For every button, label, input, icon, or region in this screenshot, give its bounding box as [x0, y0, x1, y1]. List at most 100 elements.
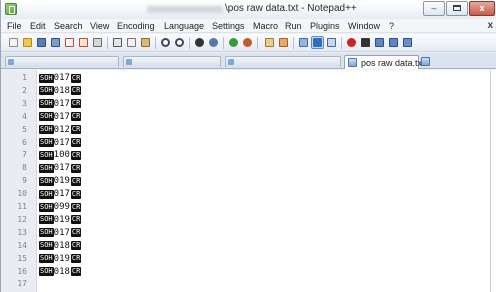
code-line[interactable]: SOH 099 CR [39, 201, 82, 213]
soh-control-char: SOH [39, 189, 54, 199]
code-line[interactable]: SOH 017 CR [39, 72, 82, 84]
soh-control-char: SOH [39, 125, 54, 135]
print-icon[interactable] [91, 36, 104, 49]
soh-control-char: SOH [39, 215, 54, 225]
cr-control-char: CR [70, 189, 82, 199]
title-bar[interactable]: \pos raw data.txt - Notepad++ – x [1, 0, 496, 19]
tab-inactive[interactable] [5, 56, 119, 67]
sync-vertical-icon[interactable] [263, 36, 276, 49]
open-file-icon[interactable] [21, 36, 34, 49]
save-icon[interactable] [35, 36, 48, 49]
close-icon[interactable] [63, 36, 76, 49]
code-line[interactable]: SOH 017 CR [39, 111, 82, 123]
paste-icon[interactable] [139, 36, 152, 49]
line-value: 017 [53, 137, 70, 148]
line-number: 3 [22, 98, 27, 108]
line-value: 017 [53, 163, 70, 174]
menu-language[interactable]: Language [164, 21, 204, 31]
line-number: 15 [17, 253, 27, 263]
tab-label: pos raw data.txt [361, 58, 425, 68]
toolbar [1, 34, 496, 52]
line-value: 017 [53, 98, 70, 109]
menu-edit[interactable]: Edit [30, 21, 46, 31]
redacted-path [147, 6, 223, 13]
maximize-button[interactable] [446, 1, 468, 16]
code-line[interactable]: SOH 100 CR [39, 149, 82, 161]
zoom-out-icon[interactable] [241, 36, 254, 49]
copy-icon[interactable] [125, 36, 138, 49]
find-icon[interactable] [193, 36, 206, 49]
tab-inactive[interactable] [123, 56, 221, 67]
line-value: 100 [53, 150, 70, 161]
code-line[interactable]: SOH 017 CR [39, 162, 82, 174]
word-wrap-icon[interactable] [297, 36, 310, 49]
undo-icon[interactable] [159, 36, 172, 49]
run-macro-multiple-icon[interactable] [387, 36, 400, 49]
line-value: 018 [53, 266, 70, 277]
soh-control-char: SOH [39, 86, 54, 96]
code-line[interactable]: SOH 018 CR [39, 240, 82, 252]
tab-pos-raw-data[interactable]: pos raw data.txt [344, 55, 425, 69]
file-icon[interactable] [421, 57, 430, 66]
close-button[interactable]: x [469, 1, 495, 16]
toolbar-separator [155, 37, 156, 49]
menu-window[interactable]: Window [348, 21, 380, 31]
cr-control-char: CR [70, 99, 82, 109]
menu-search[interactable]: Search [54, 21, 83, 31]
indent-guide-icon[interactable] [325, 36, 338, 49]
new-file-icon[interactable] [7, 36, 20, 49]
notepad-plus-plus-window: \pos raw data.txt - Notepad++ – x File E… [0, 0, 496, 292]
code-line[interactable]: SOH 017 CR [39, 137, 82, 149]
code-line[interactable]: SOH 017 CR [39, 98, 82, 110]
window-title: \pos raw data.txt - Notepad++ [225, 3, 357, 14]
cr-control-char: CR [70, 163, 82, 173]
soh-control-char: SOH [39, 176, 54, 186]
line-number: 17 [17, 279, 27, 289]
editor-edge [490, 70, 491, 292]
redo-icon[interactable] [173, 36, 186, 49]
stop-record-icon[interactable] [359, 36, 372, 49]
menu-help[interactable]: ? [389, 21, 394, 31]
code-line[interactable]: SOH 019 CR [39, 175, 82, 187]
replace-icon[interactable] [207, 36, 220, 49]
code-line[interactable]: SOH 018 CR [39, 266, 82, 278]
line-value: 019 [53, 253, 70, 264]
cr-control-char: CR [70, 73, 82, 83]
save-all-icon[interactable] [49, 36, 62, 49]
line-number: 16 [17, 266, 27, 276]
code-line[interactable]: SOH 019 CR [39, 214, 82, 226]
tab-bar: pos raw data.txt [1, 53, 496, 69]
code-line[interactable]: SOH 017 CR [39, 188, 82, 200]
editor-area[interactable]: 1 SOH 017 CR 2 SOH 018 CR 3 SOH 017 CR 4 SOH 017 CR 5 SOH… [1, 70, 496, 292]
soh-control-char: SOH [39, 228, 54, 238]
line-number: 6 [22, 137, 27, 147]
notepad-plus-plus-icon [5, 3, 17, 15]
menu-macro[interactable]: Macro [253, 21, 278, 31]
cr-control-char: CR [70, 138, 82, 147]
close-document-button[interactable]: x [487, 20, 493, 31]
line-number: 5 [22, 124, 27, 134]
menu-file[interactable]: File [7, 21, 22, 31]
menu-view[interactable]: View [90, 21, 109, 31]
line-number: 8 [22, 163, 27, 173]
code-line[interactable]: SOH 018 CR [39, 85, 82, 97]
menu-settings[interactable]: Settings [212, 21, 245, 31]
play-macro-icon[interactable] [373, 36, 386, 49]
record-macro-icon[interactable] [345, 36, 358, 49]
cut-icon[interactable] [111, 36, 124, 49]
line-number: 11 [17, 202, 27, 211]
show-all-characters-icon[interactable] [311, 36, 324, 49]
sync-horizontal-icon[interactable] [277, 36, 290, 49]
code-line[interactable]: SOH 017 CR [39, 227, 82, 239]
menu-run[interactable]: Run [285, 21, 302, 31]
code-line[interactable]: SOH 019 CR [39, 253, 82, 265]
menu-plugins[interactable]: Plugins [310, 21, 340, 31]
minimize-button[interactable]: – [423, 1, 445, 16]
close-all-icon[interactable] [77, 36, 90, 49]
save-macro-icon[interactable] [401, 36, 414, 49]
tab-inactive[interactable] [225, 56, 341, 67]
cr-control-char: CR [70, 176, 82, 186]
menu-encoding[interactable]: Encoding [117, 21, 155, 31]
code-line[interactable]: SOH 012 CR [39, 124, 82, 136]
zoom-in-icon[interactable] [227, 36, 240, 49]
